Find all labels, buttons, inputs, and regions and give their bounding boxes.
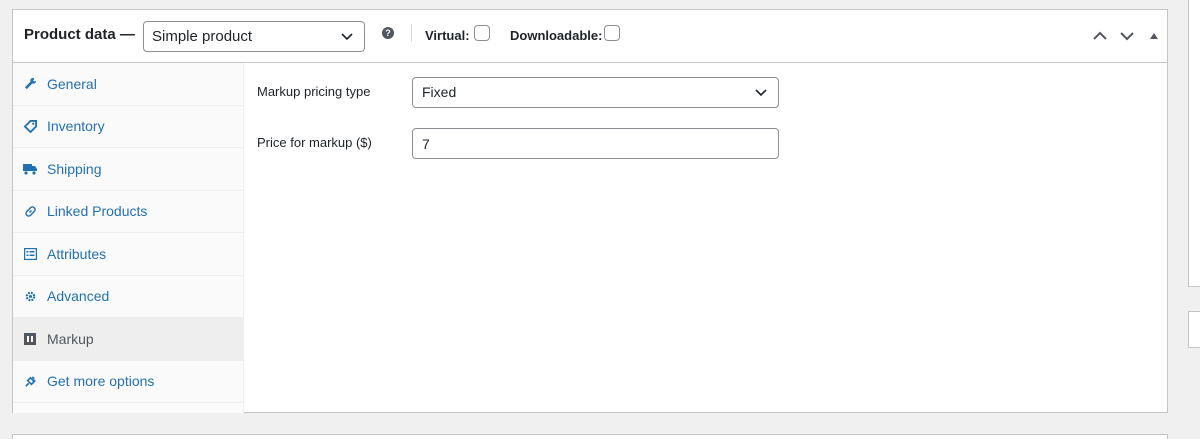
truck-icon: [23, 162, 37, 176]
product-type-value: Simple product: [152, 28, 253, 45]
tab-label: Shipping: [47, 160, 102, 177]
virtual-label: Virtual:: [425, 28, 470, 43]
help-icon[interactable]: ?: [382, 27, 394, 39]
markup-icon: [23, 332, 37, 346]
metabox-title: Product data —: [24, 26, 135, 43]
tab-advanced[interactable]: Advanced: [13, 276, 243, 318]
tab-markup[interactable]: Markup: [13, 318, 243, 361]
pricing-type-select[interactable]: Fixed: [412, 77, 779, 108]
price-markup-input[interactable]: [412, 128, 779, 159]
tab-label: General: [47, 75, 97, 92]
price-markup-label: Price for markup ($): [257, 135, 372, 150]
adjacent-panel-edge: [1188, 0, 1200, 287]
downloadable-label: Downloadable:: [510, 28, 603, 43]
tab-attributes[interactable]: Attributes: [13, 233, 243, 276]
adjacent-panel-edge: [1188, 311, 1200, 348]
tab-label: Markup: [47, 330, 94, 347]
tab-shipping[interactable]: Shipping: [13, 148, 243, 191]
wrench-icon: [23, 77, 37, 91]
tab-linked-products[interactable]: Linked Products: [13, 191, 243, 233]
product-data-metabox: Product data — Simple product ? Virtual:…: [12, 9, 1168, 413]
tab-get-more-options[interactable]: Get more options: [13, 361, 243, 403]
tab-label: Attributes: [47, 245, 107, 262]
downloadable-checkbox[interactable]: [604, 25, 620, 41]
plugin-icon: [23, 374, 37, 388]
triangle-up-icon: [1150, 33, 1158, 39]
tag-icon: [23, 119, 37, 133]
link-icon: [23, 204, 37, 218]
markup-panel: Markup pricing type Fixed Price for mark…: [245, 63, 1167, 413]
chevron-down-icon: [754, 85, 768, 102]
pricing-type-value: Fixed: [422, 84, 457, 100]
next-metabox-edge: [12, 434, 1168, 439]
tab-label: Advanced: [47, 288, 110, 305]
move-down-button[interactable]: [1117, 26, 1137, 46]
toggle-panel-button[interactable]: [1144, 26, 1164, 46]
tab-general[interactable]: General: [13, 63, 243, 106]
product-data-tabs: General Inventory Shipping Linked Produc…: [13, 63, 244, 413]
header-separator: [411, 24, 412, 42]
tab-label: Inventory: [47, 118, 105, 135]
tab-label: Get more options: [47, 373, 155, 390]
product-type-select[interactable]: Simple product: [143, 21, 365, 52]
virtual-checkbox[interactable]: [474, 25, 490, 41]
metabox-header: Product data — Simple product ? Virtual:…: [13, 10, 1167, 63]
gear-icon: [23, 289, 37, 303]
tab-label: Linked Products: [47, 203, 148, 220]
list-icon: [23, 247, 37, 261]
chevron-down-icon: [340, 29, 354, 47]
tab-inventory[interactable]: Inventory: [13, 106, 243, 148]
chevron-down-icon: [1120, 32, 1134, 41]
move-up-button[interactable]: [1090, 26, 1110, 46]
pricing-type-label: Markup pricing type: [257, 84, 371, 99]
chevron-up-icon: [1093, 31, 1107, 40]
